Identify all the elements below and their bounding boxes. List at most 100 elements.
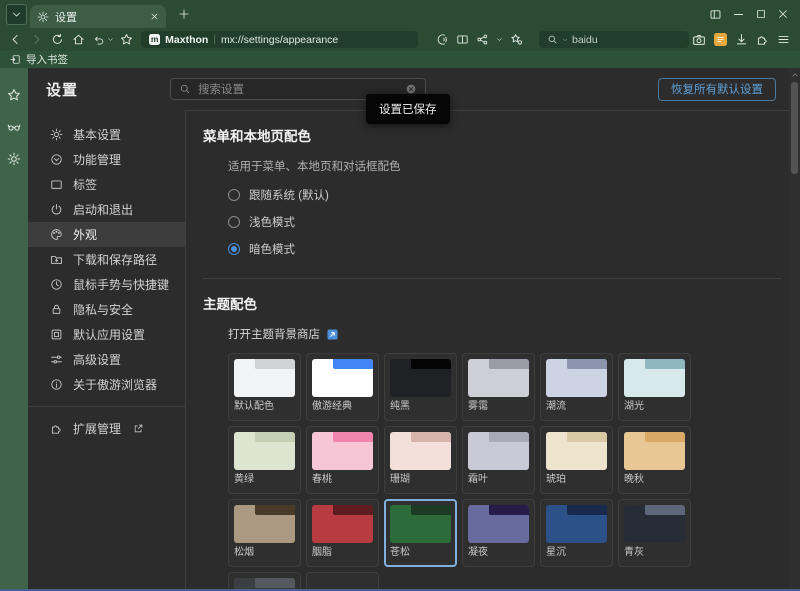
side-strip — [0, 68, 28, 589]
forward-button[interactable] — [28, 31, 46, 49]
passkeeper-icon[interactable] — [7, 120, 21, 134]
scrollbar-thumb[interactable] — [791, 82, 798, 174]
settings-panel-icon[interactable] — [7, 152, 21, 166]
undo-caret-icon[interactable] — [107, 36, 114, 43]
theme-card-7[interactable]: 春桃 — [306, 426, 379, 494]
reader-mode-icon[interactable] — [436, 33, 449, 46]
theme-card-13[interactable]: 胭脂 — [306, 499, 379, 567]
close-icon[interactable] — [777, 8, 789, 21]
theme-swatch-strip — [333, 359, 373, 369]
workspace-icon[interactable] — [709, 8, 722, 21]
theme-card-14[interactable]: 苍松 — [384, 499, 457, 567]
theme-card-15[interactable]: 凝夜 — [462, 499, 535, 567]
back-button[interactable] — [7, 31, 25, 49]
window-controls — [698, 8, 800, 21]
sidebar-item-1[interactable]: 功能管理 — [28, 147, 185, 172]
theme-card-10[interactable]: 琥珀 — [540, 426, 613, 494]
theme-card-8[interactable]: 珊瑚 — [384, 426, 457, 494]
tab-title: 设置 — [55, 9, 144, 25]
palette-icon — [50, 228, 63, 241]
sidebar-item-0[interactable]: 基本设置 — [28, 122, 185, 147]
restore-defaults-button[interactable]: 恢复所有默认设置 — [658, 78, 776, 101]
search-engine-caret-icon[interactable] — [562, 37, 568, 43]
sidebar-item-6[interactable]: 鼠标手势与快捷键 — [28, 272, 185, 297]
sidebar-item-8[interactable]: 默认应用设置 — [28, 322, 185, 347]
theme-card-18[interactable]: 暗夜 — [228, 572, 301, 589]
theme-swatch-strip — [255, 359, 295, 369]
menu-icon[interactable] — [777, 33, 790, 46]
open-store-icon[interactable] — [326, 328, 339, 341]
theme-name: 琥珀 — [546, 474, 607, 486]
add-theme-button[interactable] — [306, 572, 379, 589]
theme-swatch — [546, 359, 607, 397]
minimize-icon[interactable] — [732, 8, 745, 21]
sidebar-item-7[interactable]: 隐私与安全 — [28, 297, 185, 322]
theme-swatch-strip — [567, 505, 607, 515]
tab-list-button[interactable] — [6, 4, 27, 25]
import-bookmark-label[interactable]: 导入书签 — [26, 52, 68, 67]
theme-name: 星沉 — [546, 547, 607, 559]
theme-swatch — [312, 505, 373, 543]
theme-swatch-strip — [411, 359, 451, 369]
sidebar-item-9[interactable]: 高级设置 — [28, 347, 185, 372]
reload-button[interactable] — [49, 31, 67, 49]
theme-name: 黄绿 — [234, 474, 295, 486]
theme-name: 苍松 — [390, 547, 451, 559]
theme-card-0[interactable]: 默认配色 — [228, 353, 301, 421]
theme-card-9[interactable]: 霜叶 — [462, 426, 535, 494]
share-caret-icon[interactable] — [496, 36, 503, 43]
share-icon[interactable] — [476, 33, 489, 46]
theme-card-16[interactable]: 星沉 — [540, 499, 613, 567]
notes-icon[interactable] — [714, 33, 727, 46]
sidebar-item-2[interactable]: 标签 — [28, 172, 185, 197]
extensions-icon[interactable] — [756, 33, 769, 46]
radio-unchecked[interactable] — [228, 189, 240, 201]
theme-card-2[interactable]: 纯黑 — [384, 353, 457, 421]
theme-card-11[interactable]: 晚秋 — [618, 426, 691, 494]
sidebar-item-10[interactable]: 关于傲游浏览器 — [28, 372, 185, 397]
sidebar-item-4[interactable]: 外观 — [28, 222, 185, 247]
split-screen-icon[interactable] — [456, 33, 469, 46]
tab-icon — [50, 178, 63, 191]
theme-card-6[interactable]: 黄绿 — [228, 426, 301, 494]
address-bar[interactable]: m Maxthon | mx://settings/appearance — [141, 31, 418, 48]
menu-colors-heading: 菜单和本地页配色 — [203, 125, 789, 145]
favorites-manager-icon[interactable] — [510, 33, 523, 46]
color-mode-option-2[interactable]: 暗色模式 — [228, 235, 789, 262]
theme-card-17[interactable]: 青灰 — [618, 499, 691, 567]
sidebar-item-3[interactable]: 启动和退出 — [28, 197, 185, 222]
toolbar-right-icons — [692, 33, 793, 47]
theme-card-3[interactable]: 雾霭 — [462, 353, 535, 421]
theme-card-5[interactable]: 湖光 — [618, 353, 691, 421]
radio-unchecked[interactable] — [228, 216, 240, 228]
sidebar-item-5[interactable]: 下载和保存路径 — [28, 247, 185, 272]
theme-card-1[interactable]: 傲游经典 — [306, 353, 379, 421]
home-button[interactable] — [70, 31, 88, 49]
theme-store-link[interactable]: 打开主题背景商店 — [228, 326, 320, 342]
tab-settings[interactable]: 设置 — [30, 5, 166, 28]
favorite-button[interactable] — [117, 31, 135, 49]
color-mode-option-1[interactable]: 浅色模式 — [228, 208, 789, 235]
theme-card-12[interactable]: 松烟 — [228, 499, 301, 567]
scrollbar[interactable] — [789, 68, 800, 589]
tab-close-icon[interactable] — [150, 12, 159, 21]
theme-name: 凝夜 — [468, 547, 529, 559]
theme-card-4[interactable]: 潮流 — [540, 353, 613, 421]
radio-checked[interactable] — [228, 243, 240, 255]
sidebar-item-extensions[interactable]: 扩展管理 — [28, 416, 185, 441]
theme-swatch — [624, 359, 685, 397]
maximize-icon[interactable] — [755, 8, 767, 21]
color-mode-option-0[interactable]: 跟随系统 (默认) — [228, 181, 789, 208]
download-icon[interactable] — [735, 33, 748, 46]
scroll-up-icon[interactable] — [791, 71, 799, 79]
new-tab-button[interactable] — [178, 8, 190, 20]
screenshot-icon[interactable] — [692, 33, 706, 47]
sidebar-item-label: 下载和保存路径 — [73, 251, 157, 268]
theme-swatch — [390, 432, 451, 470]
favorites-panel-icon[interactable] — [7, 88, 21, 102]
quick-search-box[interactable]: baidu — [539, 31, 689, 48]
home-icon — [72, 33, 85, 46]
theme-swatch-strip — [333, 505, 373, 515]
theme-swatch-strip — [411, 432, 451, 442]
undo-button[interactable] — [90, 31, 108, 49]
